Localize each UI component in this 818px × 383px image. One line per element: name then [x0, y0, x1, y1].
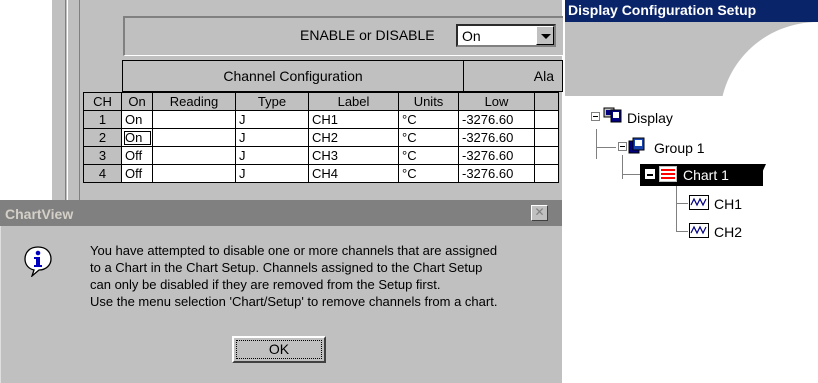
- tree-node-ch2[interactable]: CH2: [714, 224, 742, 240]
- low-cell[interactable]: -3276.60: [458, 110, 535, 129]
- reading-cell[interactable]: [152, 128, 236, 147]
- tree-line: [596, 147, 616, 148]
- blank-cell[interactable]: [534, 128, 559, 147]
- ch-number: 4: [83, 164, 122, 183]
- col-header-label: Label: [308, 92, 399, 111]
- low-cell[interactable]: -3276.60: [458, 164, 535, 183]
- collapse-icon[interactable]: [618, 142, 627, 151]
- reading-cell[interactable]: [152, 110, 236, 129]
- on-cell[interactable]: On: [121, 110, 153, 129]
- tree-node-ch1[interactable]: CH1: [714, 196, 742, 212]
- col-header-ch: CH: [83, 92, 122, 111]
- col-header-low: Low: [458, 92, 535, 111]
- low-cell[interactable]: -3276.60: [458, 128, 535, 147]
- channel-icon: [689, 195, 709, 210]
- tree-node-group[interactable]: Group 1: [654, 140, 705, 156]
- units-cell[interactable]: °C: [398, 110, 459, 129]
- label-cell[interactable]: CH2: [308, 128, 399, 147]
- reading-cell[interactable]: [152, 146, 236, 165]
- units-cell[interactable]: °C: [398, 128, 459, 147]
- tree-node-chart[interactable]: Chart 1: [683, 167, 729, 183]
- tree-line: [596, 129, 597, 159]
- tree-line: [676, 203, 688, 204]
- on-cell[interactable]: On: [121, 128, 153, 147]
- type-cell[interactable]: J: [235, 146, 309, 165]
- group-icon: [628, 137, 646, 155]
- ch-number: 2: [83, 128, 122, 147]
- on-cell[interactable]: Off: [121, 164, 153, 183]
- alarm-header: Ala: [463, 60, 563, 92]
- tree-node-display[interactable]: Display: [627, 110, 673, 126]
- display-icon: [603, 107, 623, 125]
- reading-cell[interactable]: [152, 164, 236, 183]
- dialog-message-line: can only be disabled if they are removed…: [90, 277, 441, 292]
- ch-number: 1: [83, 110, 122, 129]
- col-header-type: Type: [235, 92, 309, 111]
- low-cell[interactable]: -3276.60: [458, 146, 535, 165]
- col-header-units: Units: [398, 92, 459, 111]
- table-header-row: CH On Reading Type Label Units Low: [83, 92, 559, 111]
- units-cell[interactable]: °C: [398, 164, 459, 183]
- table-row: 2 On J CH2 °C -3276.60: [83, 128, 559, 147]
- focus-rectangle: [236, 340, 322, 359]
- on-cell[interactable]: Off: [121, 146, 153, 165]
- dialog-message-line: to a Chart in the Chart Setup. Channels …: [90, 260, 483, 275]
- chart-icon: [659, 166, 677, 182]
- channel-icon: [689, 223, 709, 238]
- tree-line: [622, 174, 640, 175]
- collapse-icon[interactable]: [591, 112, 600, 121]
- col-header-reading: Reading: [152, 92, 236, 111]
- channel-table: CH On Reading Type Label Units Low 1 On …: [83, 92, 559, 183]
- enable-select-value: On: [462, 28, 481, 44]
- type-cell[interactable]: J: [235, 164, 309, 183]
- dropdown-arrow-icon[interactable]: [536, 26, 554, 45]
- ch-number: 3: [83, 146, 122, 165]
- table-row: 3 Off J CH3 °C -3276.60: [83, 146, 559, 165]
- collapse-icon[interactable]: [645, 169, 655, 179]
- type-cell[interactable]: J: [235, 128, 309, 147]
- col-header-blank: [534, 92, 559, 111]
- label-cell[interactable]: CH3: [308, 146, 399, 165]
- channel-configuration-header: Channel Configuration: [122, 60, 464, 92]
- tree-line: [676, 186, 677, 232]
- dialog-title: ChartView: [5, 206, 74, 222]
- dialog-titlebar[interactable]: [0, 200, 562, 226]
- tree-line: [622, 155, 623, 179]
- selection-highlight-tail: [756, 164, 766, 186]
- info-icon: [22, 245, 54, 279]
- label-cell[interactable]: CH4: [308, 164, 399, 183]
- close-icon[interactable]: ✕: [531, 205, 548, 221]
- col-header-on: On: [121, 92, 153, 111]
- type-cell[interactable]: J: [235, 110, 309, 129]
- dialog-message-line: Use the menu selection 'Chart/Setup' to …: [90, 294, 498, 309]
- enable-label: ENABLE or DISABLE: [300, 27, 435, 43]
- tree-title: Display Configuration Setup: [565, 0, 818, 22]
- blank-cell[interactable]: [534, 110, 559, 129]
- dialog-message-line: You have attempted to disable one or mor…: [90, 243, 498, 258]
- blank-cell[interactable]: [534, 164, 559, 183]
- label-cell[interactable]: CH1: [308, 110, 399, 129]
- table-row: 1 On J CH1 °C -3276.60: [83, 110, 559, 129]
- table-row: 4 Off J CH4 °C -3276.60: [83, 164, 559, 183]
- tree-line: [676, 231, 688, 232]
- blank-cell[interactable]: [534, 146, 559, 165]
- units-cell[interactable]: °C: [398, 146, 459, 165]
